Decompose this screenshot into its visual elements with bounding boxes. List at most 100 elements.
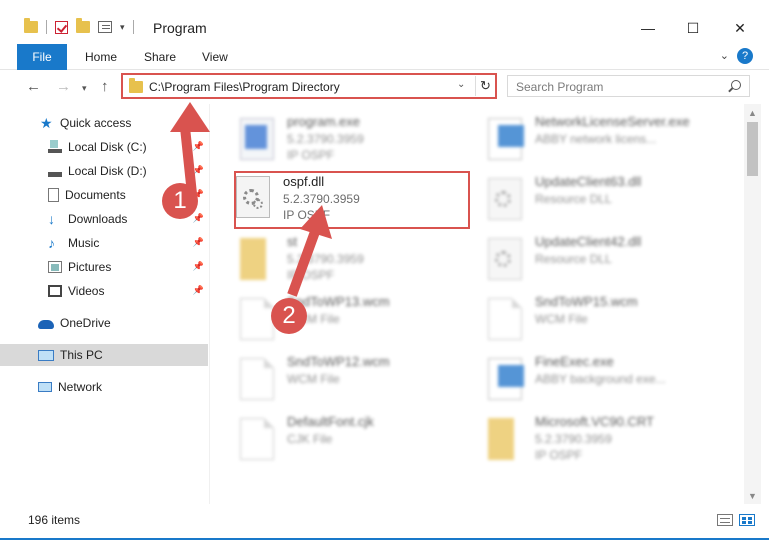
sidebar-item-network[interactable]: Network	[0, 376, 208, 398]
file-item[interactable]: UpdateClient42.dll Resource DLL	[488, 234, 728, 290]
step-badge-2: 2	[271, 298, 307, 334]
computer-icon	[38, 349, 54, 361]
pictures-icon	[48, 261, 62, 273]
sidebar-item-music[interactable]: ♪ Music 📌	[0, 232, 208, 254]
toolbar-divider	[46, 20, 47, 34]
back-arrow-icon[interactable]: ←	[26, 78, 41, 95]
tab-view[interactable]: View	[202, 50, 228, 64]
file-item[interactable]: SndToWP15.wcm WCM File	[488, 294, 728, 350]
properties-check-icon[interactable]	[55, 20, 68, 34]
file-name: SndToWP15.wcm	[535, 294, 638, 309]
file-name: Microsoft.VC90.CRT	[535, 414, 654, 429]
file-item[interactable]: DefaultFont.cjk CJK File	[240, 414, 480, 470]
toolbar-divider	[132, 20, 134, 34]
tiles-view-icon[interactable]	[739, 514, 755, 526]
file-name: UpdateClient63.dll	[535, 174, 642, 189]
file-type: Resource DLL	[535, 192, 612, 206]
file-icon	[488, 298, 522, 340]
help-button[interactable]: ?	[737, 48, 753, 64]
sidebar-item-pictures[interactable]: Pictures 📌	[0, 256, 208, 278]
file-name: UpdateClient42.dll	[535, 234, 642, 249]
sidebar-item-videos[interactable]: Videos 📌	[0, 280, 208, 302]
sidebar-item-label: This PC	[60, 348, 103, 362]
file-item[interactable]: SndToWP12.wcm WCM File	[240, 354, 480, 410]
step-badge-1: 1	[162, 183, 198, 219]
cloud-icon	[38, 320, 54, 329]
quick-access-toolbar: ▾	[24, 18, 134, 34]
gear-icon	[495, 251, 511, 267]
file-icon	[240, 358, 274, 400]
window-title: Program	[153, 20, 207, 36]
star-icon: ★	[40, 115, 53, 131]
dll-icon	[488, 238, 522, 280]
close-button[interactable]: ✕	[717, 14, 763, 42]
network-icon	[38, 382, 52, 392]
pin-icon[interactable]: 📌	[193, 285, 204, 296]
file-item[interactable]: Microsoft.VC90.CRT 5.2.3790.3959 IP OSPF	[488, 414, 728, 470]
tab-share[interactable]: Share	[144, 50, 176, 64]
file-type: CJK File	[287, 432, 333, 446]
file-name: program.exe	[287, 114, 360, 129]
tab-file[interactable]: File	[17, 44, 67, 70]
sidebar-item-label: Music	[68, 236, 100, 250]
file-icon	[240, 298, 274, 340]
item-count: 196 items	[28, 513, 81, 527]
sidebar-item-label: Local Disk (D:)	[68, 164, 147, 178]
customize-toolbar-icon[interactable]	[98, 21, 112, 33]
sidebar-item-label: Local Disk (C:)	[68, 140, 147, 154]
scroll-down-icon[interactable]: ▼	[744, 487, 761, 504]
chevron-down-icon[interactable]: ⌄	[720, 49, 729, 62]
forward-arrow-icon[interactable]: →	[56, 78, 71, 95]
file-item[interactable]: FineExec.exe ABBY background exe...	[488, 354, 728, 410]
file-type: Resource DLL	[535, 252, 612, 266]
search-box[interactable]: Search Program	[507, 75, 750, 97]
folder-icon	[488, 418, 514, 460]
exe-icon	[488, 118, 524, 160]
exe-icon	[488, 358, 524, 400]
search-icon[interactable]	[731, 80, 741, 90]
sidebar-item-label: Quick access	[60, 116, 132, 130]
gear-icon	[495, 191, 511, 207]
recent-locations-chevron-icon[interactable]: ▾	[82, 83, 87, 94]
minimize-button[interactable]: —	[625, 14, 671, 42]
file-type: WCM File	[535, 312, 588, 326]
file-icon	[240, 418, 274, 460]
music-icon: ♪	[48, 235, 55, 251]
file-item[interactable]: NetworkLicenseServer.exe ABBY network li…	[488, 114, 728, 170]
videos-icon	[48, 285, 62, 297]
tab-home[interactable]: Home	[85, 50, 117, 64]
file-version: 5.2.3790.3959	[287, 132, 364, 146]
vertical-scrollbar[interactable]: ▲ ▼	[744, 104, 761, 504]
file-name: FineExec.exe	[535, 354, 614, 369]
file-item[interactable]: program.exe 5.2.3790.3959 IP OSPF	[240, 114, 480, 170]
sidebar-item-label: Documents	[65, 188, 126, 202]
new-folder-icon[interactable]	[76, 18, 90, 33]
scroll-up-icon[interactable]: ▲	[744, 104, 761, 121]
up-arrow-icon[interactable]: ↑	[101, 78, 109, 95]
file-description: IP OSPF	[287, 148, 335, 162]
drive-icon	[48, 164, 62, 178]
sidebar-item-label: Pictures	[68, 260, 112, 274]
file-name: SndToWP12.wcm	[287, 354, 390, 369]
status-bar: 196 items	[0, 506, 769, 540]
pin-icon[interactable]: 📌	[193, 237, 204, 248]
folder-icon	[240, 238, 266, 280]
file-description: IP OSPF	[535, 448, 583, 462]
sidebar-item-this-pc[interactable]: This PC	[0, 344, 208, 366]
sidebar-item-onedrive[interactable]: OneDrive	[0, 312, 208, 334]
scrollbar-thumb[interactable]	[747, 122, 758, 176]
pin-icon[interactable]: 📌	[193, 261, 204, 272]
sidebar-item-label: Network	[58, 380, 103, 394]
details-view-icon[interactable]	[717, 514, 733, 526]
chevron-down-icon[interactable]: ▾	[120, 22, 125, 33]
file-description: ABBY background exe...	[535, 372, 666, 386]
folder-icon[interactable]	[24, 18, 38, 33]
ribbon-tabs: File Home Share View ⌄ ?	[0, 44, 769, 70]
file-item[interactable]: UpdateClient63.dll Resource DLL	[488, 174, 728, 230]
drive-icon	[48, 140, 62, 154]
download-icon: ↓	[48, 211, 55, 227]
sidebar-item-label: Videos	[68, 284, 105, 298]
file-name: NetworkLicenseServer.exe	[535, 114, 690, 129]
maximize-button[interactable]: ☐	[670, 14, 716, 42]
search-input[interactable]: Search Program	[516, 80, 603, 94]
